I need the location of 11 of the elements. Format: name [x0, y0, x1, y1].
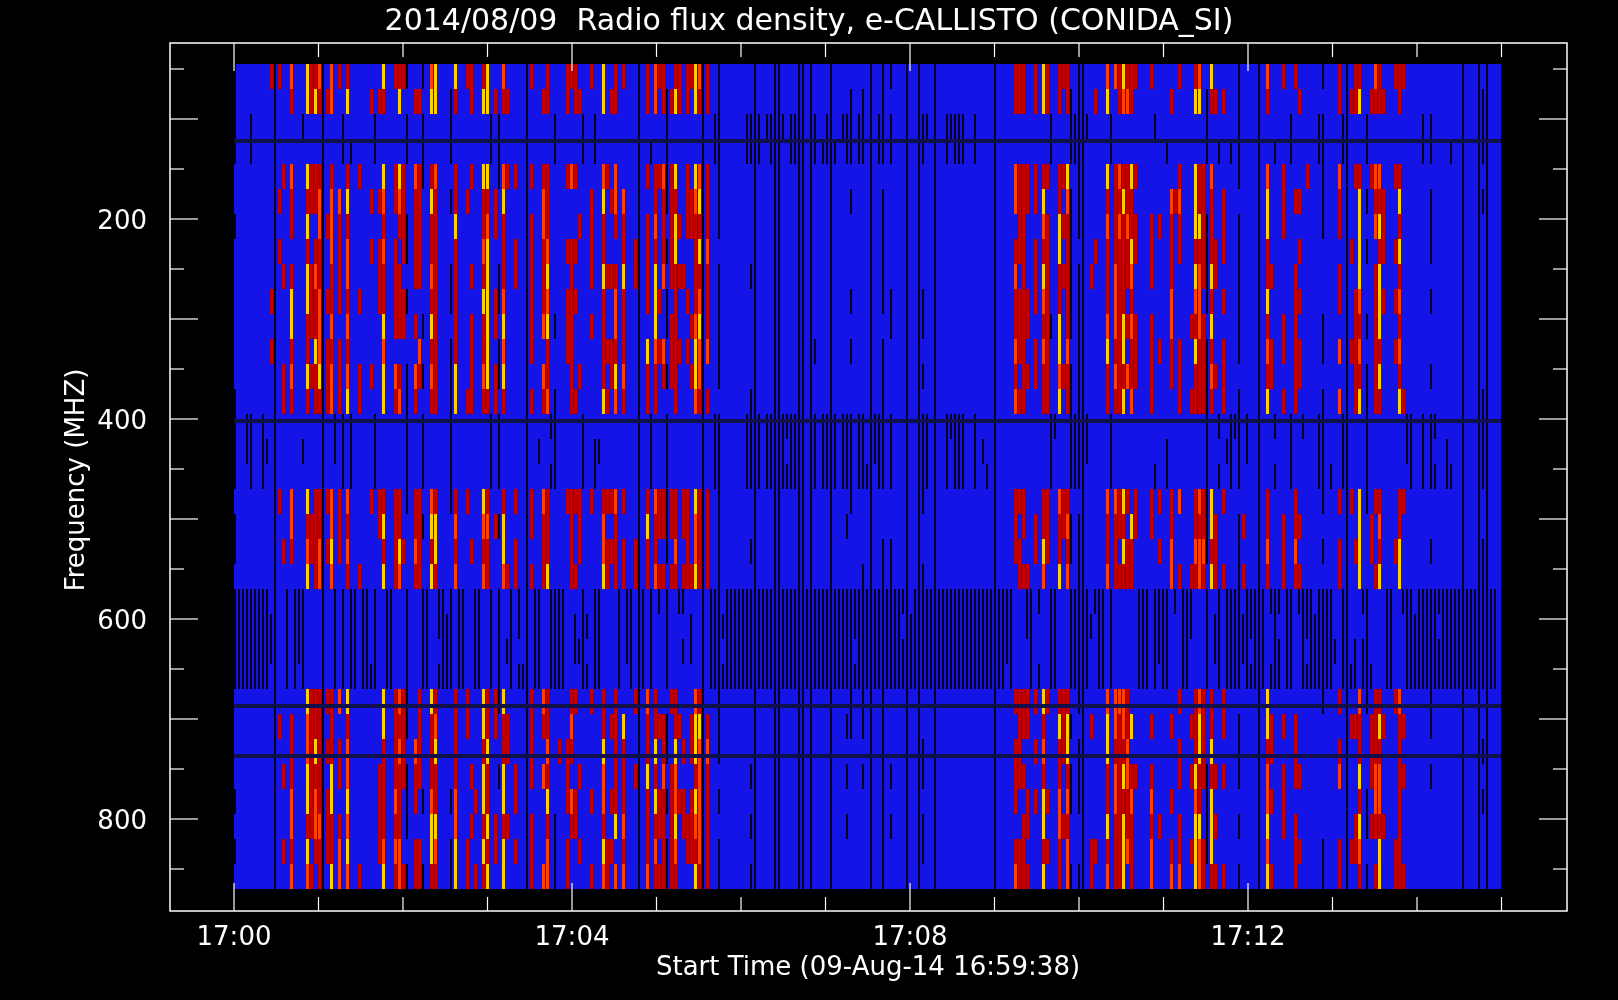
tick-label: 400 — [97, 405, 147, 435]
axis-title: Start Time (09-Aug-14 16:59:38) — [655, 951, 1081, 981]
tick-label: 17:12 — [1210, 921, 1286, 951]
tick-label: 17:08 — [872, 921, 948, 951]
tick-label: 800 — [97, 805, 147, 835]
tick-label: 17:04 — [534, 921, 610, 951]
plot-title: 2014/08/09 Radio flux density, e-CALLISTO (CONIDA_SI) — [384, 1, 1234, 39]
axis-title: Frequency (MHZ) — [60, 368, 90, 592]
tick-label: 200 — [97, 205, 147, 235]
tick-label: 600 — [97, 605, 147, 635]
tick-label: 17:00 — [196, 921, 272, 951]
